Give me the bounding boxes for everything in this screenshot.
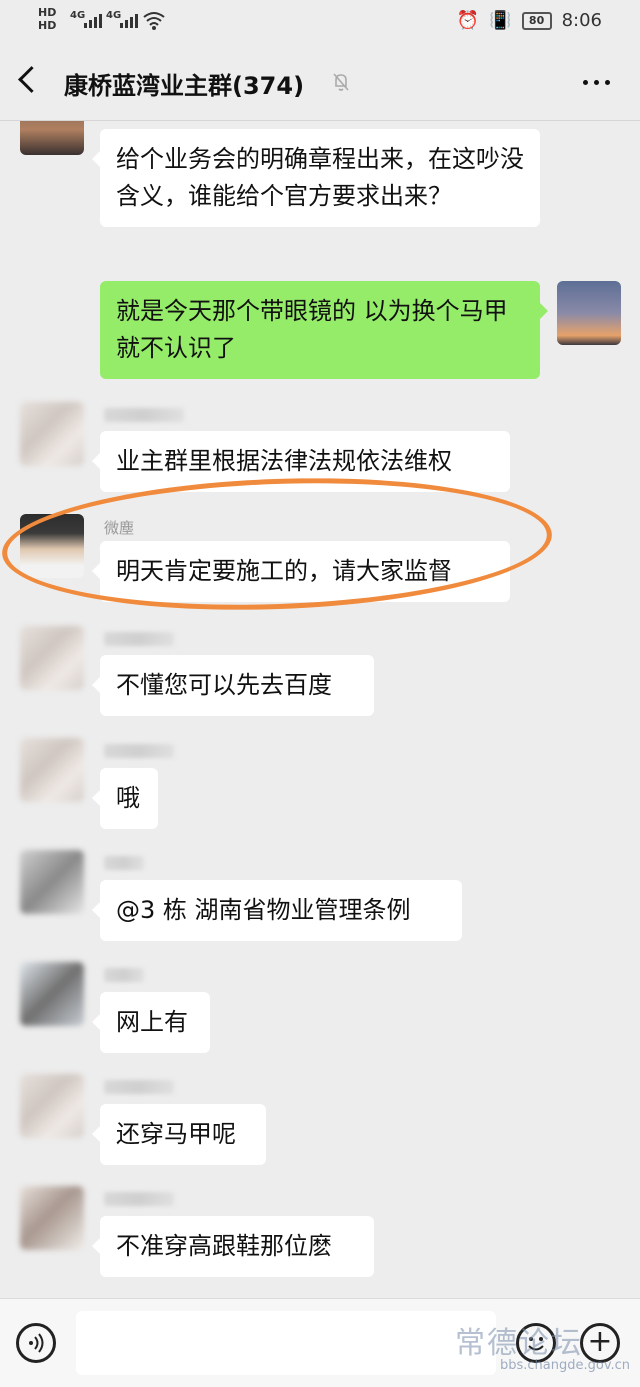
signal-type-1: 4G bbox=[70, 10, 86, 21]
status-right: ⏰ 📳 80 8:06 bbox=[457, 10, 602, 31]
watermark-logo: 常德论坛 bbox=[455, 1326, 583, 1361]
sender-name bbox=[104, 856, 144, 870]
battery-icon: 80 bbox=[521, 11, 552, 30]
watermark-url: bbs.changde.gov.cn bbox=[500, 1358, 631, 1373]
avatar[interactable] bbox=[20, 626, 84, 690]
avatar[interactable] bbox=[20, 121, 84, 155]
signal-type-2: 4G bbox=[106, 10, 122, 21]
mute-bell-icon bbox=[333, 73, 349, 91]
avatar[interactable] bbox=[20, 850, 84, 914]
avatar[interactable] bbox=[20, 738, 84, 802]
avatar[interactable] bbox=[20, 402, 84, 466]
vibrate-icon: 📳 bbox=[489, 10, 512, 31]
back-icon[interactable] bbox=[18, 66, 45, 93]
chat-header: 康桥蓝湾业主群(374) bbox=[0, 44, 640, 121]
clock: 8:06 bbox=[561, 10, 602, 31]
message-bubble[interactable]: 不准穿高跟鞋那位麽 bbox=[92, 1216, 374, 1277]
message-list[interactable]: 给个业务会的明确章程出来，在这吵没含义，谁能给个官方要求出来？ 就是今天那个带眼… bbox=[0, 121, 640, 1298]
chat-title: 康桥蓝湾业主群(374) bbox=[64, 72, 305, 100]
more-options-icon[interactable] bbox=[583, 80, 610, 85]
sender-name bbox=[104, 632, 174, 646]
message-bubble[interactable]: 给个业务会的明确章程出来，在这吵没含义，谁能给个官方要求出来？ bbox=[92, 129, 540, 227]
message-bubble[interactable]: 还穿马甲呢 bbox=[92, 1104, 266, 1165]
add-attachment-icon[interactable]: + bbox=[580, 1323, 620, 1363]
message-input[interactable] bbox=[76, 1311, 496, 1375]
hd2-label: HD bbox=[38, 19, 57, 32]
signal-bars-1-icon bbox=[84, 12, 102, 28]
sender-name bbox=[104, 1192, 174, 1206]
avatar[interactable] bbox=[20, 1186, 84, 1250]
message-bubble[interactable]: @3 栋 湖南省物业管理条例 bbox=[92, 880, 462, 941]
sender-name bbox=[104, 408, 184, 422]
message-bubble[interactable]: 不懂您可以先去百度 bbox=[92, 655, 374, 716]
sender-name bbox=[104, 1080, 174, 1094]
self-avatar[interactable] bbox=[557, 281, 621, 345]
message-bubble-self[interactable]: 就是今天那个带眼镜的 以为换个马甲就不认识了 bbox=[100, 281, 548, 379]
alarm-icon: ⏰ bbox=[456, 10, 480, 31]
voice-input-icon[interactable] bbox=[16, 1323, 56, 1363]
message-bubble[interactable]: 网上有 bbox=[92, 992, 210, 1053]
avatar[interactable] bbox=[20, 962, 84, 1026]
sender-name bbox=[104, 968, 144, 982]
wifi-icon bbox=[143, 12, 165, 30]
message-bubble[interactable]: 哦 bbox=[92, 768, 158, 829]
sender-name bbox=[104, 744, 174, 758]
hd1-label: HD bbox=[38, 6, 57, 19]
status-bar: HD HD 4G 4G ⏰ 📳 80 8:06 bbox=[0, 0, 640, 44]
signal-bars-2-icon bbox=[120, 12, 138, 28]
avatar[interactable] bbox=[20, 1074, 84, 1138]
hd-indicators: HD HD bbox=[38, 6, 56, 32]
